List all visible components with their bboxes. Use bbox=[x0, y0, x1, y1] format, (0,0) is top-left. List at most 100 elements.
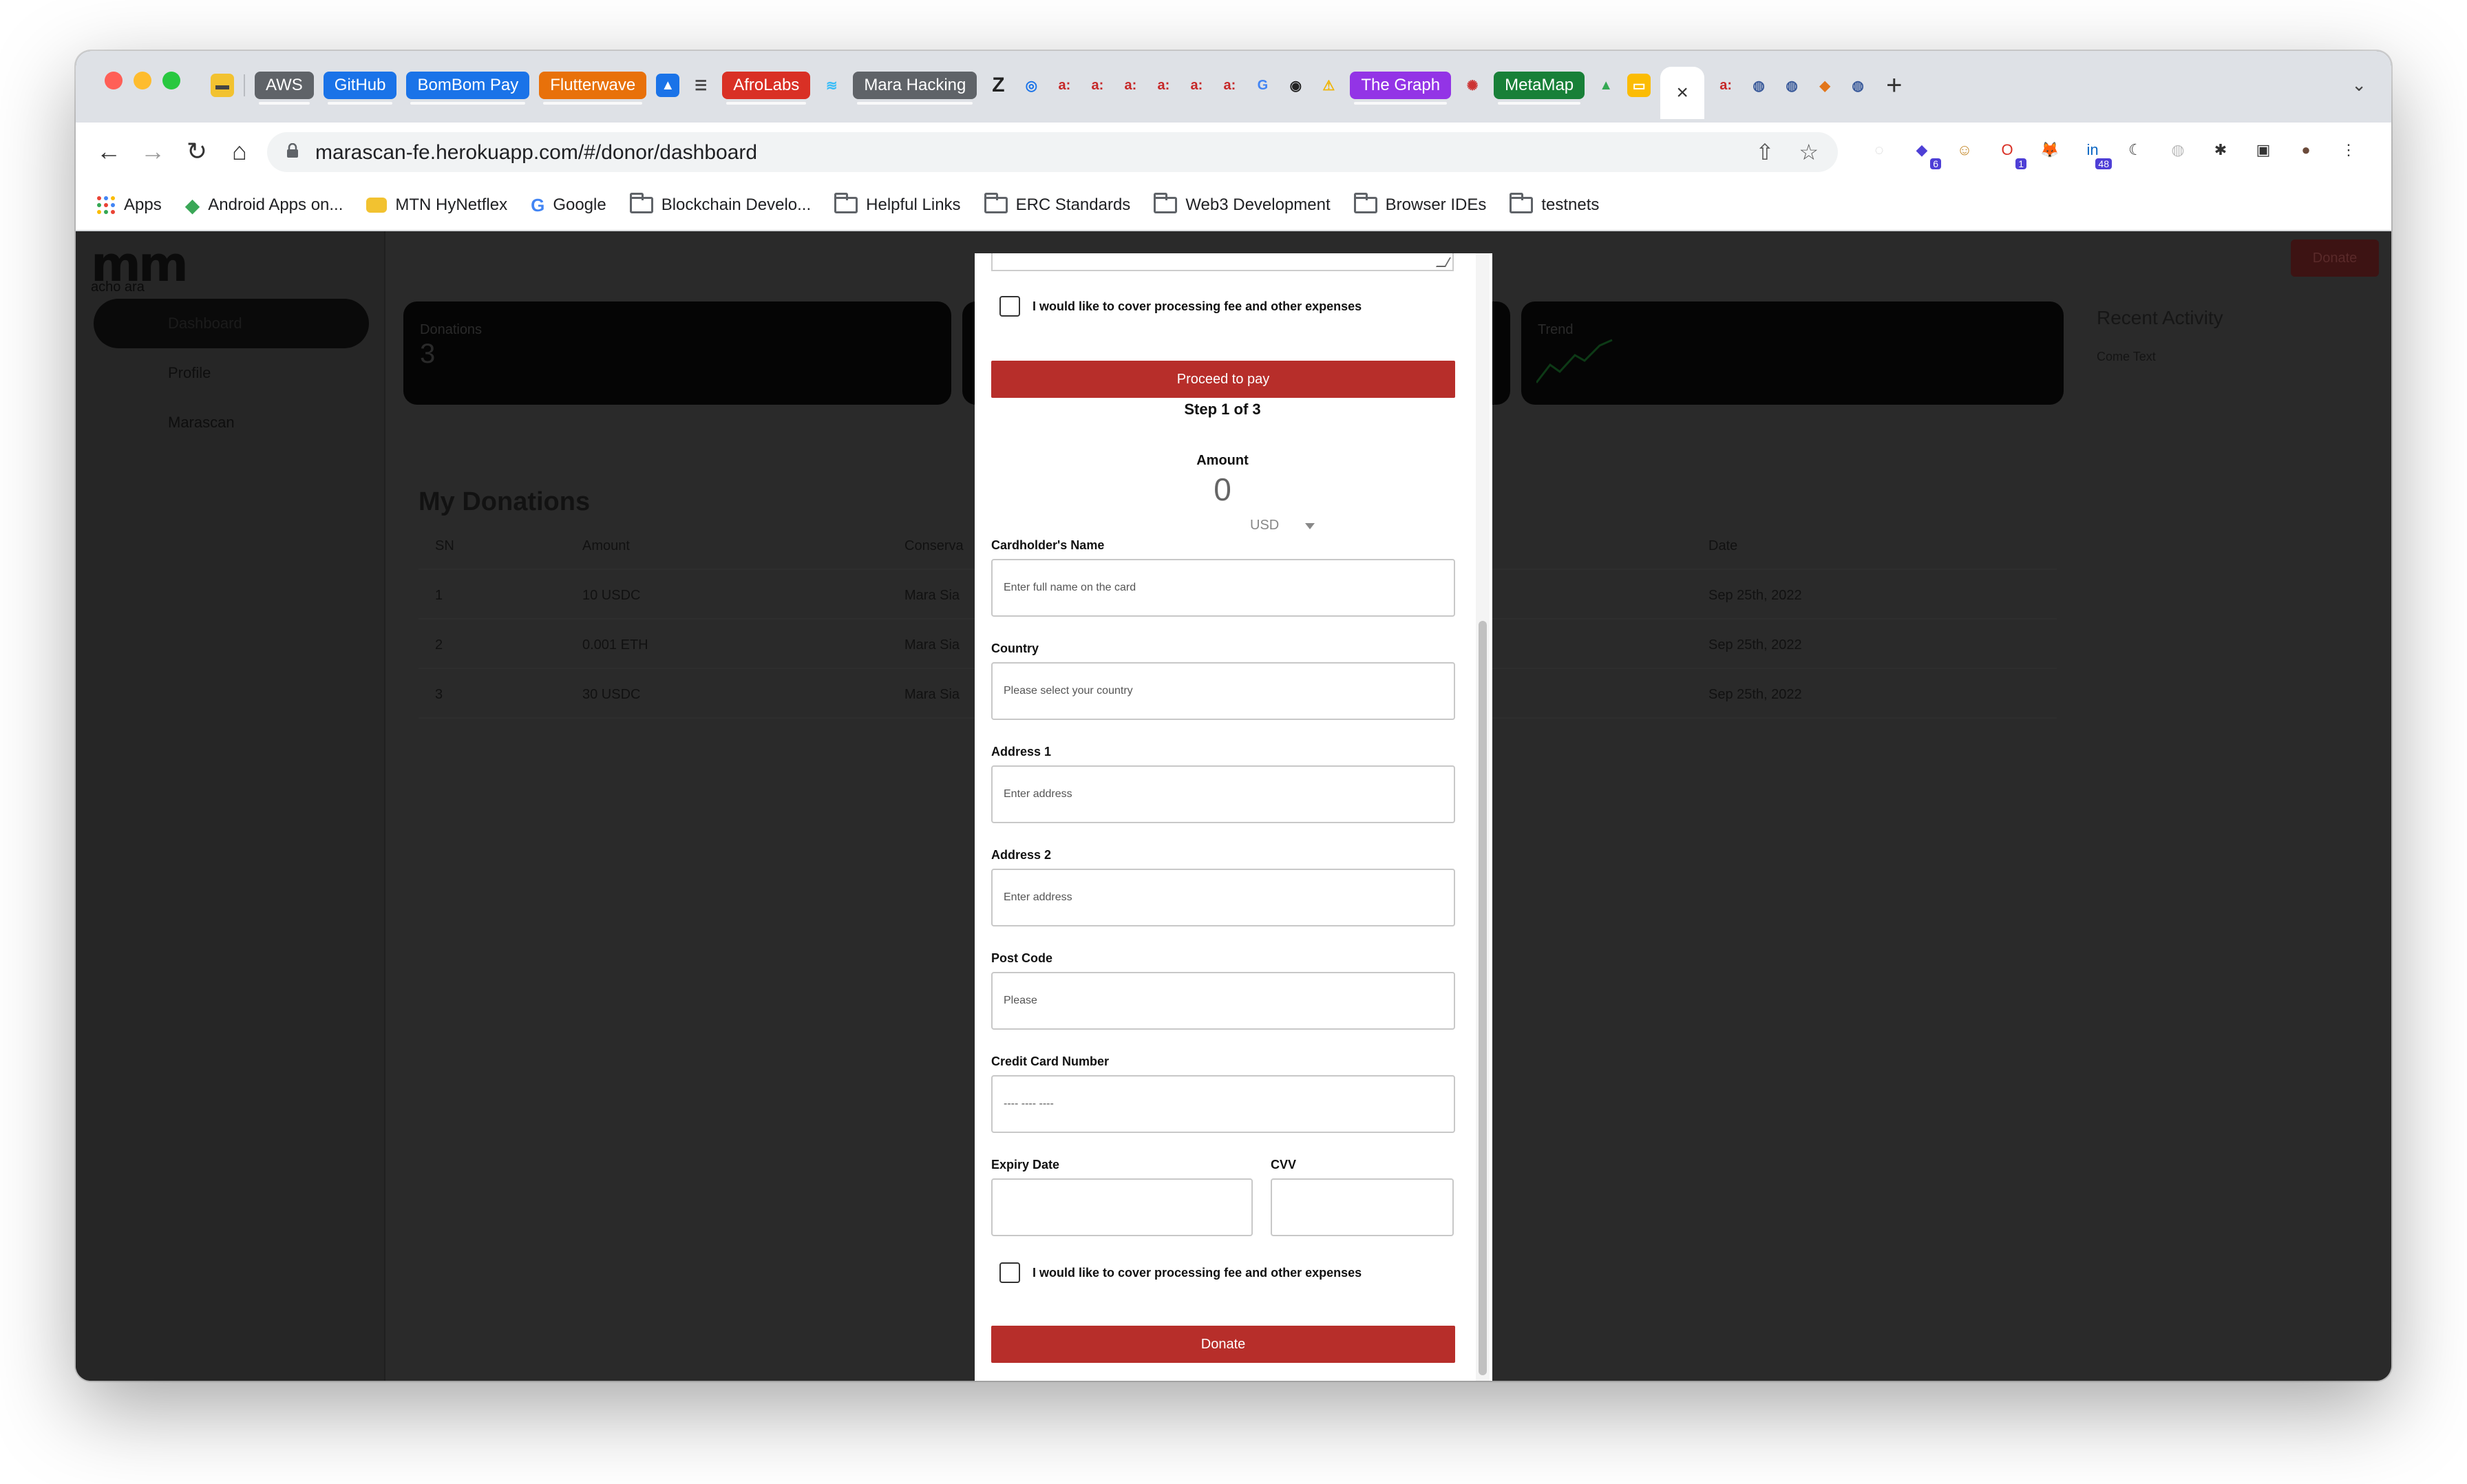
bookmark-star-icon[interactable]: ☆ bbox=[1799, 139, 1819, 165]
reload-button[interactable]: ↻ bbox=[180, 135, 213, 168]
tab-group-afrolabs[interactable]: AfroLabs bbox=[722, 72, 811, 105]
browser-menu-icon[interactable]: ⋮ bbox=[2335, 136, 2362, 164]
sidebar-item-dashboard[interactable]: Dashboard bbox=[94, 299, 369, 348]
active-tab[interactable]: × bbox=[1660, 67, 1705, 119]
alchemy-tab-icon[interactable]: a: bbox=[1052, 74, 1076, 97]
extension-icon[interactable]: O1 bbox=[1993, 136, 2026, 169]
new-tab-button[interactable]: + bbox=[1886, 70, 1902, 101]
atlassian-tab-icon[interactable]: ▲ bbox=[656, 74, 680, 97]
extension-icon[interactable]: ◍ bbox=[2164, 136, 2192, 164]
tab-icon[interactable]: ◎ bbox=[1019, 74, 1043, 97]
tab-group-flutterwave[interactable]: Flutterwave bbox=[539, 72, 647, 105]
country-label: Country bbox=[991, 642, 1039, 655]
country-select[interactable]: Please select your country bbox=[991, 662, 1455, 720]
tab-icon[interactable]: ☰ bbox=[689, 74, 712, 97]
bookmark-folder-browser-ides[interactable]: Browser IDEs bbox=[1353, 193, 1486, 215]
wave-tab-icon[interactable]: ≋ bbox=[820, 74, 843, 97]
metamask-tab-icon[interactable]: ◆ bbox=[1813, 74, 1836, 97]
extension-icon[interactable]: in 48 bbox=[2079, 136, 2112, 169]
donate-button[interactable]: Donate bbox=[991, 1326, 1455, 1363]
alchemy-tab-icon[interactable]: a: bbox=[1086, 74, 1109, 97]
tab-group-metamap[interactable]: MetaMap bbox=[1494, 72, 1585, 105]
bookmark-folder-testnets[interactable]: testnets bbox=[1510, 193, 1599, 215]
bookmark-mtn[interactable]: MTN HyNetflex bbox=[366, 195, 507, 215]
cardholder-label: Cardholder's Name bbox=[991, 538, 1105, 552]
warning-tab-icon[interactable]: ⚠ bbox=[1317, 74, 1340, 97]
alchemy-tab-icon[interactable]: a: bbox=[1185, 74, 1208, 97]
bookmark-label: ERC Standards bbox=[1015, 195, 1131, 214]
proceed-to-pay-button[interactable]: Proceed to pay bbox=[991, 361, 1455, 398]
sidebar-item-marascan[interactable]: Marascan bbox=[94, 398, 369, 447]
close-window-button[interactable] bbox=[105, 72, 123, 89]
bookmark-google[interactable]: G Google bbox=[531, 195, 606, 216]
alchemy-tab-icon[interactable]: a: bbox=[1714, 74, 1737, 97]
alchemy-tab-icon[interactable]: a: bbox=[1119, 74, 1142, 97]
bookmark-folder-web3[interactable]: Web3 Development bbox=[1154, 193, 1331, 215]
forward-button[interactable]: → bbox=[136, 135, 169, 168]
bookmark-folder-erc-standards[interactable]: ERC Standards bbox=[984, 193, 1131, 215]
url-text[interactable]: marascan-fe.herokuapp.com/#/donor/dashbo… bbox=[315, 141, 757, 165]
modal-scrollbar-thumb[interactable] bbox=[1479, 621, 1487, 1375]
expiry-date-input[interactable] bbox=[991, 1178, 1253, 1236]
drive-tab-icon[interactable]: ▲ bbox=[1594, 74, 1618, 97]
resize-handle-icon[interactable] bbox=[1435, 257, 1452, 267]
minimize-window-button[interactable] bbox=[134, 72, 151, 89]
alchemy-tab-icon[interactable]: a: bbox=[1218, 74, 1241, 97]
cover-fee-row-bottom[interactable]: I would like to cover processing fee and… bbox=[999, 1262, 1362, 1283]
lock-icon[interactable] bbox=[286, 143, 299, 158]
tab-group-the-graph[interactable]: The Graph bbox=[1350, 72, 1452, 105]
currency-select[interactable]: USD bbox=[1250, 518, 1279, 533]
extension-icon[interactable]: ☺ bbox=[1951, 136, 1978, 164]
tab-icon[interactable]: ◍ bbox=[1780, 74, 1803, 97]
chevron-down-icon[interactable] bbox=[1305, 523, 1315, 529]
maximize-window-button[interactable] bbox=[162, 72, 180, 89]
column-header: Date bbox=[1708, 538, 1738, 553]
tab-group-aws[interactable]: AWS bbox=[255, 72, 314, 105]
google-icon: G bbox=[531, 194, 545, 215]
address-bar[interactable]: marascan-fe.herokuapp.com/#/donor/dashbo… bbox=[267, 132, 1838, 172]
card-number-input[interactable]: ---- ---- ---- bbox=[991, 1075, 1455, 1133]
extension-icon[interactable]: ☾ bbox=[2121, 136, 2149, 164]
cvv-input[interactable] bbox=[1271, 1178, 1454, 1236]
github-tab-icon[interactable]: ◉ bbox=[1284, 74, 1307, 97]
message-textarea[interactable] bbox=[991, 253, 1454, 271]
bookmark-label: Helpful Links bbox=[866, 195, 961, 214]
cover-fee-checkbox-bottom[interactable] bbox=[999, 1262, 1020, 1283]
cover-fee-checkbox[interactable] bbox=[999, 296, 1020, 317]
sidebar-item-profile[interactable]: Profile bbox=[94, 348, 369, 398]
alchemy-tab-icon[interactable]: a: bbox=[1152, 74, 1175, 97]
tab-group-github[interactable]: GitHub bbox=[323, 72, 397, 105]
share-icon[interactable]: ⇧ bbox=[1756, 139, 1775, 165]
extension-icon[interactable]: ◌ bbox=[1865, 136, 1893, 164]
mtn-tab-icon[interactable]: ▬ bbox=[211, 74, 234, 97]
address1-input[interactable]: Enter address bbox=[991, 765, 1455, 823]
extension-icon[interactable]: ● bbox=[2292, 136, 2320, 164]
tab-search-button[interactable]: ⌄ bbox=[2351, 74, 2367, 96]
google-tab-icon[interactable]: G bbox=[1251, 74, 1274, 97]
tab-icon[interactable]: ✺ bbox=[1461, 74, 1484, 97]
home-button[interactable]: ⌂ bbox=[223, 135, 256, 168]
extension-badge: 1 bbox=[2015, 158, 2026, 169]
postcode-input[interactable]: Please bbox=[991, 972, 1455, 1030]
bookmark-folder-helpful-links[interactable]: Helpful Links bbox=[834, 193, 961, 215]
bookmark-android-apps[interactable]: ◆ Android Apps on... bbox=[185, 194, 343, 217]
tab-group-bombom-pay[interactable]: BomBom Pay bbox=[406, 72, 530, 105]
z-tab-icon[interactable]: Z bbox=[986, 74, 1010, 97]
extension-icon[interactable]: ◆ 6 bbox=[1908, 136, 1941, 169]
tab-icon[interactable]: ◍ bbox=[1846, 74, 1870, 97]
bookmark-apps[interactable]: Apps bbox=[96, 195, 162, 215]
extension-icon[interactable]: 🦊 bbox=[2036, 136, 2064, 164]
address2-input[interactable]: Enter address bbox=[991, 869, 1455, 926]
extension-icon[interactable]: ✱ bbox=[2207, 136, 2234, 164]
slides-tab-icon[interactable]: ▭ bbox=[1627, 74, 1651, 97]
extension-icon[interactable]: ▣ bbox=[2249, 136, 2277, 164]
cover-fee-row[interactable]: I would like to cover processing fee and… bbox=[999, 296, 1362, 317]
tab-icon[interactable]: ◍ bbox=[1747, 74, 1770, 97]
close-tab-icon[interactable]: × bbox=[1676, 81, 1688, 105]
amount-input[interactable]: 0 bbox=[975, 471, 1470, 508]
back-button[interactable]: ← bbox=[92, 135, 125, 168]
bookmark-folder-blockchain[interactable]: Blockchain Develo... bbox=[629, 193, 811, 215]
header-donate-button[interactable]: Donate bbox=[2291, 240, 2379, 277]
cardholder-name-input[interactable]: Enter full name on the card bbox=[991, 559, 1455, 617]
tab-group-mara-hacking[interactable]: Mara Hacking bbox=[853, 72, 977, 105]
